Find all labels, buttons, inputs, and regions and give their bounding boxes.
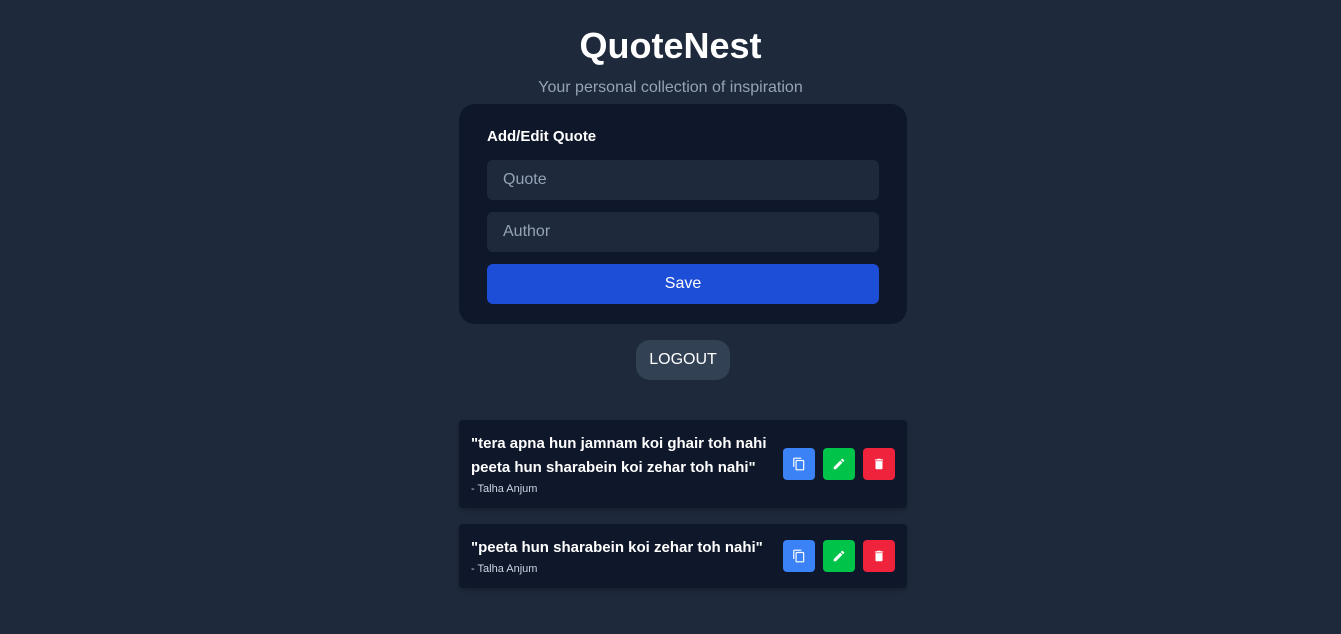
quote-form-card: Add/Edit Quote Save — [459, 104, 907, 324]
quote-card: "tera apna hun jamnam koi ghair toh nahi… — [459, 420, 907, 508]
delete-button[interactable] — [863, 448, 895, 480]
app-title: QuoteNest — [579, 25, 762, 66]
quote-card: "peeta hun sharabein koi zehar toh nahi"… — [459, 524, 907, 588]
copy-button[interactable] — [783, 448, 815, 480]
author-input[interactable] — [487, 212, 879, 252]
quote-text: "peeta hun sharabein koi zehar toh nahi" — [471, 539, 763, 556]
quote-text: "tera apna hun jamnam koi ghair toh nahi… — [471, 435, 767, 476]
edit-button[interactable] — [823, 448, 855, 480]
app-subtitle: Your personal collection of inspiration — [538, 79, 803, 96]
quote-actions — [783, 448, 895, 480]
form-heading: Add/Edit Quote — [487, 128, 597, 145]
copy-icon — [793, 549, 805, 563]
logout-button[interactable]: LOGOUT — [636, 340, 730, 380]
quote-author: - Talha Anjum — [471, 483, 538, 495]
delete-button[interactable] — [863, 540, 895, 572]
pencil-icon — [833, 458, 845, 470]
save-button[interactable]: Save — [487, 264, 879, 304]
quote-actions — [783, 540, 895, 572]
pencil-icon — [833, 550, 845, 562]
copy-icon — [793, 457, 805, 471]
quote-input[interactable] — [487, 160, 879, 200]
quote-author: - Talha Anjum — [471, 563, 538, 575]
edit-button[interactable] — [823, 540, 855, 572]
trash-icon — [874, 550, 884, 562]
copy-button[interactable] — [783, 540, 815, 572]
trash-icon — [874, 458, 884, 470]
